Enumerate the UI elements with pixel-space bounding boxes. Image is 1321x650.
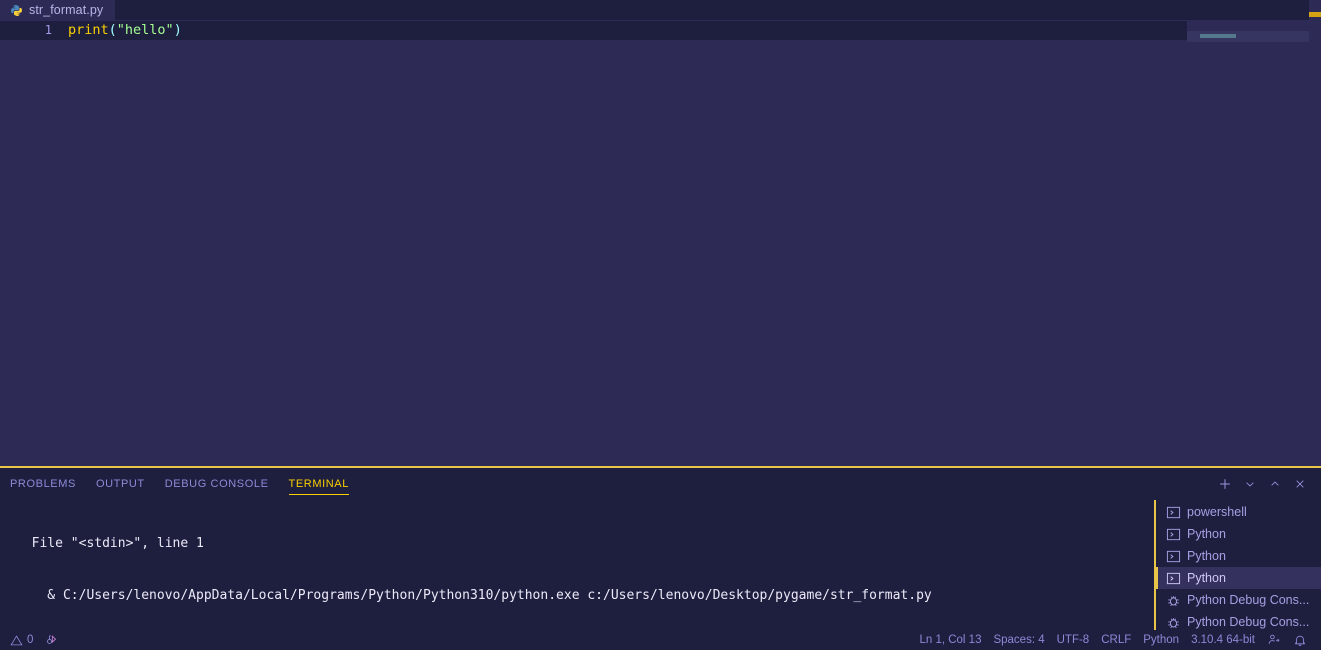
panel-actions xyxy=(1214,474,1311,494)
terminal-list-item-label: Python Debug Cons... xyxy=(1187,615,1310,629)
code-token-open-paren: ( xyxy=(108,22,117,38)
overview-ruler[interactable] xyxy=(1309,0,1321,446)
tab-problems[interactable]: PROBLEMS xyxy=(0,468,86,500)
tab-output[interactable]: OUTPUT xyxy=(86,468,155,500)
terminal-list-item-python-2[interactable]: Python xyxy=(1156,545,1321,567)
bottom-panel: PROBLEMS OUTPUT DEBUG CONSOLE TERMINAL F… xyxy=(0,466,1321,632)
maximize-panel-button[interactable] xyxy=(1264,474,1286,494)
problems-status[interactable]: 0 xyxy=(4,630,39,650)
eol-status[interactable]: CRLF xyxy=(1095,630,1137,650)
live-share-status[interactable] xyxy=(1261,630,1287,650)
close-panel-button[interactable] xyxy=(1289,474,1311,494)
problems-count: 0 xyxy=(27,634,34,646)
tab-output-label: OUTPUT xyxy=(95,478,145,490)
editor-tab-label: str_format.py xyxy=(29,3,104,17)
bell-icon xyxy=(1295,635,1305,646)
terminal-list-item-label: Python xyxy=(1187,549,1226,563)
eol-label: CRLF xyxy=(1101,634,1132,646)
python-file-icon xyxy=(11,4,22,16)
close-icon xyxy=(1296,480,1304,488)
editor-tab-str-format[interactable]: str_format.py xyxy=(0,0,116,20)
remote-ports-status[interactable] xyxy=(39,630,65,650)
tab-debug-console-label: DEBUG CONSOLE xyxy=(164,478,269,490)
overview-ruler-mark xyxy=(1309,12,1321,17)
terminal-icon xyxy=(1166,572,1181,584)
vscode-window: str_format.py 1 print("hello") PROBLEMS … xyxy=(0,0,1321,650)
terminal-list-item-python-1[interactable]: Python xyxy=(1156,523,1321,545)
status-bar-left: 0 xyxy=(0,630,65,650)
cursor-position-label: Ln 1, Col 13 xyxy=(919,634,982,646)
line-number: 1 xyxy=(44,23,52,37)
code-token-function: print xyxy=(68,22,109,38)
panel-tab-bar: PROBLEMS OUTPUT DEBUG CONSOLE TERMINAL xyxy=(0,468,359,500)
terminal-list-item-label: Python Debug Cons... xyxy=(1187,593,1310,607)
plus-icon xyxy=(1220,479,1230,489)
line-number-gutter: 1 xyxy=(0,21,52,40)
code-editor[interactable]: 1 print("hello") xyxy=(0,20,1321,466)
python-interpreter-status[interactable]: 3.10.4 64-bit xyxy=(1185,630,1261,650)
terminal-output[interactable]: File "<stdin>", line 1 & C:/Users/lenovo… xyxy=(0,500,1155,632)
new-terminal-button[interactable] xyxy=(1214,474,1236,494)
terminal-line: & C:/Users/lenovo/AppData/Local/Programs… xyxy=(16,588,932,604)
tab-problems-label: PROBLEMS xyxy=(10,478,76,490)
terminal-list-item-label: powershell xyxy=(1187,505,1247,519)
encoding-status[interactable]: UTF-8 xyxy=(1051,630,1096,650)
encoding-label: UTF-8 xyxy=(1056,634,1090,646)
terminal-line: File "<stdin>", line 1 xyxy=(16,535,204,551)
status-bar: 0 Ln 1, Col 13 Spaces: 4 UTF-8 CRLF Pyth… xyxy=(0,630,1321,650)
minimap-code-line xyxy=(1200,34,1236,38)
status-bar-right: Ln 1, Col 13 Spaces: 4 UTF-8 CRLF Python… xyxy=(913,630,1321,650)
terminal-list-item-python-3-selected[interactable]: Python xyxy=(1156,567,1321,589)
terminal-icon xyxy=(1166,528,1181,540)
tab-terminal-label: TERMINAL xyxy=(288,478,349,490)
terminal-list-item-label: Python xyxy=(1187,571,1226,585)
chevron-up-icon xyxy=(1271,481,1279,486)
minimap[interactable] xyxy=(1187,20,1309,466)
terminal-list-item-label: Python xyxy=(1187,527,1226,541)
terminal-list-item-debug-console-1[interactable]: Python Debug Cons... xyxy=(1156,589,1321,611)
chevron-down-icon xyxy=(1246,482,1254,487)
language-mode-label: Python xyxy=(1143,634,1180,646)
terminal-dropdown-button[interactable] xyxy=(1239,474,1261,494)
code-token-string: "hello" xyxy=(116,22,174,38)
notifications-status[interactable] xyxy=(1287,630,1313,650)
indentation-status[interactable]: Spaces: 4 xyxy=(987,630,1050,650)
broadcast-icon xyxy=(47,635,57,644)
code-line-1[interactable]: print("hello") xyxy=(68,21,182,40)
terminal-icon xyxy=(1166,550,1181,562)
tab-debug-console[interactable]: DEBUG CONSOLE xyxy=(155,468,279,500)
editor-tab-bar: str_format.py xyxy=(0,0,1321,20)
cursor-position-status[interactable]: Ln 1, Col 13 xyxy=(913,630,987,650)
language-mode-status[interactable]: Python xyxy=(1137,630,1185,650)
python-interpreter-label: 3.10.4 64-bit xyxy=(1191,634,1255,646)
terminal-icon xyxy=(1166,506,1181,518)
debug-console-icon xyxy=(1168,595,1179,606)
live-share-icon xyxy=(1268,634,1280,644)
terminal-instance-list: powershell Python Python Python Python D… xyxy=(1156,500,1321,632)
code-token-close-paren: ) xyxy=(173,22,182,38)
tab-terminal[interactable]: TERMINAL xyxy=(279,468,359,500)
warning-triangle-icon xyxy=(10,634,23,645)
debug-console-icon xyxy=(1168,617,1179,628)
indentation-label: Spaces: 4 xyxy=(993,634,1045,646)
terminal-list-item-powershell[interactable]: powershell xyxy=(1156,501,1321,523)
